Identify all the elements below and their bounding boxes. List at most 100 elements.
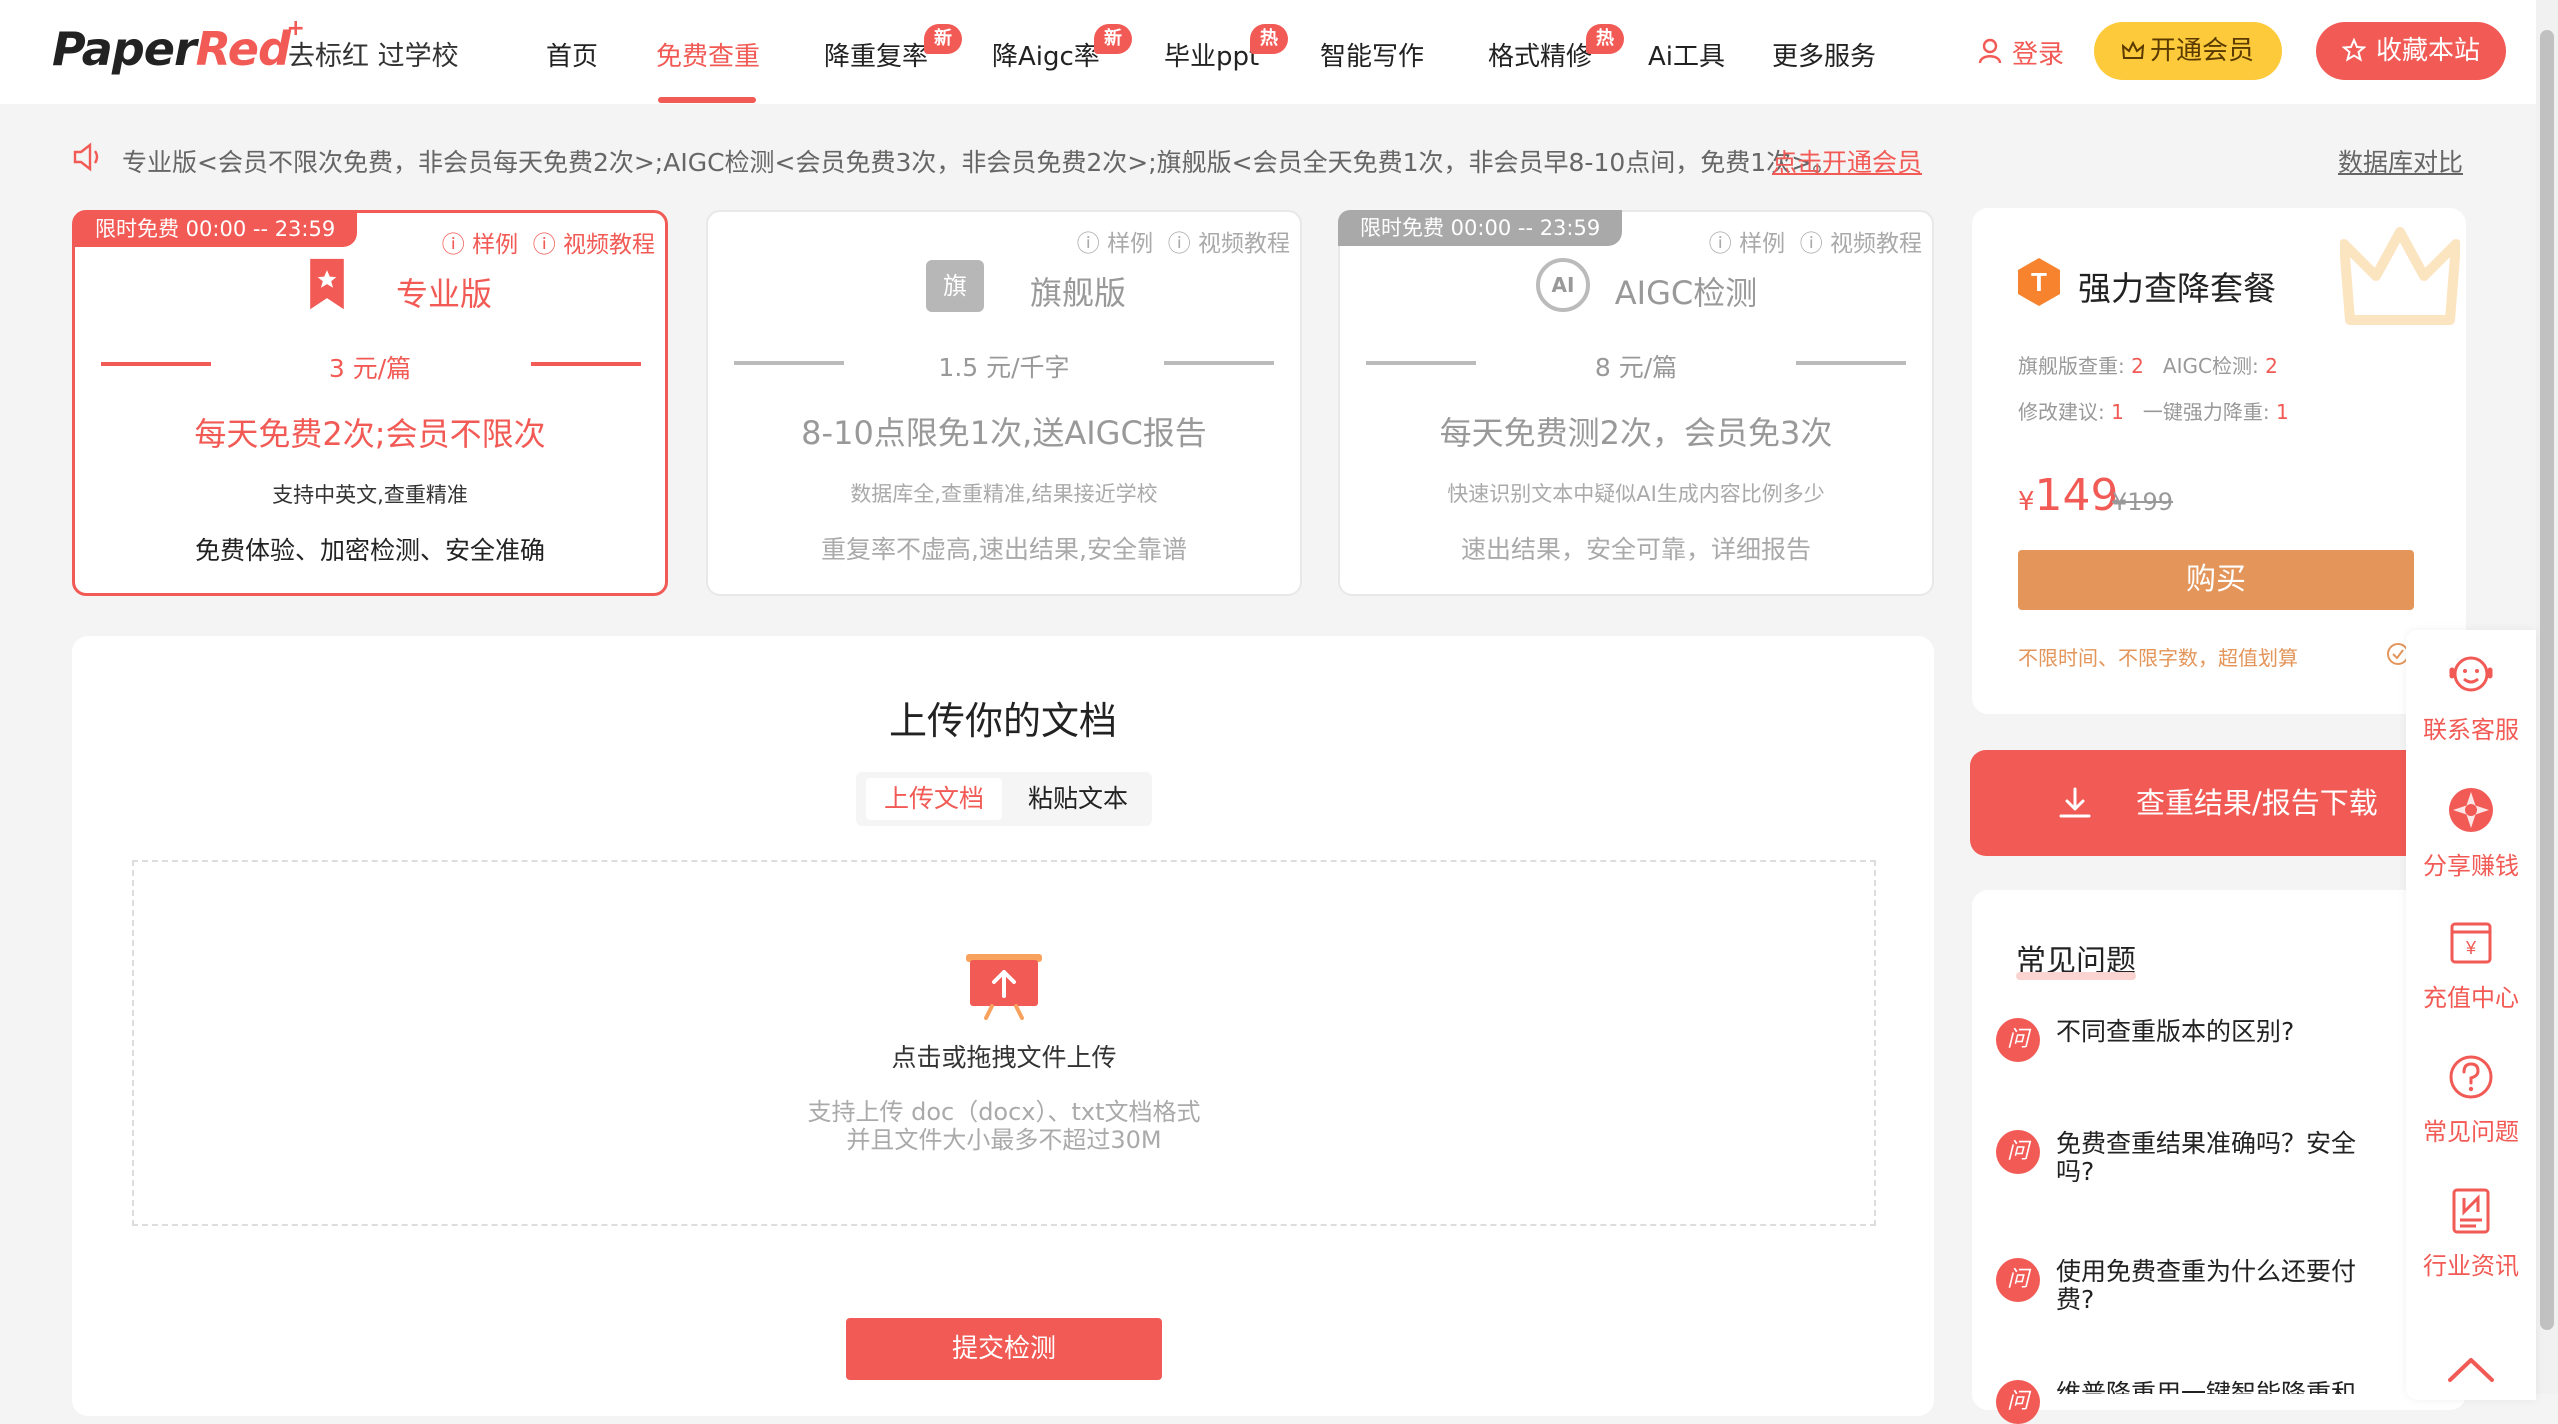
- notice-text: 专业版<会员不限次免费，非会员每天免费2次>;AIGC检测<会员免费3次，非会员…: [122, 148, 1838, 177]
- faq-question-icon: 问: [1996, 1380, 2040, 1424]
- headset-icon: [2449, 656, 2493, 692]
- tab-paste-text[interactable]: 粘贴文本: [1012, 778, 1144, 820]
- site-slogan: 去标红 过学校: [288, 41, 459, 72]
- card-subtitle: 数据库全,查重精准,结果接近学校: [850, 482, 1158, 506]
- nav-ai-tools[interactable]: Ai工具: [1648, 36, 1725, 73]
- svg-text:T: T: [2031, 267, 2047, 297]
- limited-free-tag: 限时免费 00:00 -- 23:59: [73, 211, 358, 247]
- info-icon: ⓘ: [1708, 231, 1732, 257]
- card-title: 专业版: [395, 275, 492, 313]
- open-vip-button[interactable]: 开通会员: [2094, 22, 2282, 80]
- card-aigc[interactable]: 限时免费 00:00 -- 23:59 ⓘ 样例 ⓘ 视频教程 AI AIGC检…: [1338, 210, 1934, 596]
- new-badge: 新: [924, 24, 962, 54]
- card-price: 1.5 元/千字: [938, 353, 1070, 382]
- faq-item[interactable]: 不同查重版本的区别?: [2056, 1018, 2366, 1046]
- faq-question-icon: 问: [1996, 1018, 2040, 1062]
- upload-title: 上传你的文档: [888, 699, 1117, 743]
- card-features: 速出结果，安全可靠，详细报告: [1460, 535, 1811, 564]
- side-industry-news[interactable]: 行业资讯: [2406, 1186, 2536, 1281]
- card-price: 3 元/篇: [328, 354, 412, 383]
- divider: [531, 362, 641, 366]
- sample-link[interactable]: 样例: [1739, 231, 1785, 257]
- faq-item[interactable]: 免费查重结果准确吗？安全吗?: [2056, 1130, 2366, 1186]
- card-links: ⓘ 样例 ⓘ 视频教程: [442, 225, 655, 259]
- nav-reduce-duplicate[interactable]: 降重复率: [824, 36, 928, 73]
- hot-badge: 热: [1586, 24, 1624, 54]
- nav-more-services[interactable]: 更多服务: [1772, 36, 1876, 73]
- info-icon: ⓘ: [1076, 231, 1100, 257]
- star-icon: [2341, 37, 2367, 62]
- dropzone-label: 点击或拖拽文件上传: [891, 1043, 1117, 1072]
- card-links: ⓘ 样例 ⓘ 视频教程: [1077, 224, 1290, 258]
- card-features: 免费体验、加密检测、安全准确: [194, 536, 545, 565]
- faq-question-icon: 问: [1996, 1258, 2040, 1302]
- hot-badge: 热: [1250, 24, 1288, 54]
- card-headline: 每天免费2次;会员不限次: [194, 415, 546, 453]
- speaker-icon: [73, 142, 99, 172]
- buy-package-button[interactable]: 购买: [2018, 550, 2414, 610]
- upload-icon: [966, 954, 1042, 1020]
- card-flagship[interactable]: ⓘ 样例 ⓘ 视频教程 旗 旗舰版 1.5 元/千字 8-10点限免1次,送AI…: [706, 210, 1302, 596]
- dropzone-hint-size: 并且文件大小最多不超过30M: [846, 1126, 1162, 1154]
- user-icon: [1978, 38, 2002, 64]
- login-link[interactable]: 登录: [2012, 34, 2064, 71]
- crown-watermark-icon: [2340, 227, 2460, 325]
- new-badge: 新: [1094, 24, 1132, 54]
- faq-question-icon: 问: [1996, 1130, 2040, 1174]
- nav-active-indicator: [658, 97, 756, 103]
- add-favorite-button[interactable]: 收藏本站: [2316, 22, 2506, 80]
- card-price: 8 元/篇: [1594, 353, 1678, 382]
- package-note: 不限时间、不限字数，超值划算: [2018, 646, 2298, 670]
- card-links: ⓘ 样例 ⓘ 视频教程: [1709, 224, 1922, 258]
- side-recharge-center[interactable]: ¥ 充值中心: [2406, 918, 2536, 1013]
- divider: [1796, 361, 1906, 365]
- video-tutorial-link[interactable]: 视频教程: [563, 232, 655, 258]
- card-subtitle: 快速识别文本中疑似AI生成内容比例多少: [1447, 482, 1825, 506]
- card-professional[interactable]: 限时免费 00:00 -- 23:59 ⓘ 样例 ⓘ 视频教程 专业版 3 元/…: [72, 210, 668, 596]
- nav-home[interactable]: 首页: [546, 36, 598, 73]
- svg-text:¥: ¥: [2465, 938, 2477, 958]
- video-tutorial-link[interactable]: 视频教程: [1830, 231, 1922, 257]
- faq-title-underline: [2016, 972, 2136, 980]
- side-toolbar: [2406, 630, 2536, 1400]
- open-vip-link[interactable]: 点击开通会员: [1772, 143, 1922, 179]
- submit-check-button[interactable]: 提交检测: [846, 1318, 1162, 1380]
- sample-link[interactable]: 样例: [472, 232, 518, 258]
- info-icon: ⓘ: [1167, 231, 1191, 257]
- nav-format-polish[interactable]: 格式精修: [1488, 36, 1592, 73]
- scrollbar-thumb[interactable]: [2540, 30, 2554, 1330]
- back-to-top-icon[interactable]: [2446, 1354, 2496, 1384]
- side-contact-service[interactable]: 联系客服: [2406, 650, 2536, 745]
- package-icon: T: [2018, 258, 2060, 306]
- logo[interactable]: PaperRed +: [52, 16, 305, 76]
- package-includes-line2: 修改建议: 1 一键强力降重: 1: [2018, 400, 2289, 424]
- card-headline: 8-10点限免1次,送AIGC报告: [801, 414, 1207, 452]
- tab-upload-document[interactable]: 上传文档: [866, 778, 1002, 820]
- video-tutorial-link[interactable]: 视频教程: [1198, 231, 1290, 257]
- faq-item[interactable]: 维普降重用一键智能降重和格: [2056, 1380, 2366, 1394]
- faq-item[interactable]: 使用免费查重为什么还要付费?: [2056, 1258, 2366, 1314]
- side-faq[interactable]: 常见问题: [2406, 1052, 2536, 1147]
- info-icon: ⓘ: [532, 232, 556, 258]
- nav-graduation-ppt[interactable]: 毕业ppt: [1164, 36, 1259, 73]
- card-subtitle: 支持中英文,查重精准: [272, 483, 468, 507]
- crown-icon: [2121, 40, 2145, 59]
- side-share-earn[interactable]: 分享赚钱: [2406, 784, 2536, 881]
- limited-free-tag: 限时免费 00:00 -- 23:59: [1338, 210, 1623, 246]
- nav-smart-writing[interactable]: 智能写作: [1320, 36, 1424, 73]
- card-title: AIGC检测: [1614, 274, 1758, 312]
- nav-reduce-aigc[interactable]: 降Aigc率: [992, 36, 1100, 73]
- info-icon: ⓘ: [1799, 231, 1823, 257]
- nav-free-check[interactable]: 免费查重: [656, 36, 760, 73]
- package-price: ¥149: [2018, 470, 2119, 521]
- question-icon: [2449, 1055, 2493, 1099]
- database-compare-link[interactable]: 数据库对比: [2338, 143, 2463, 179]
- card-title: 旗舰版: [1029, 274, 1126, 312]
- wallet-icon: ¥: [2450, 922, 2492, 964]
- card-headline: 每天免费测2次，会员免3次: [1439, 414, 1833, 452]
- share-icon: [2449, 788, 2493, 832]
- sample-link[interactable]: 样例: [1107, 231, 1153, 257]
- card-features: 重复率不虚高,速出结果,安全靠谱: [821, 535, 1187, 564]
- package-original-price: ¥199: [2112, 488, 2174, 516]
- news-icon: [2452, 1188, 2490, 1234]
